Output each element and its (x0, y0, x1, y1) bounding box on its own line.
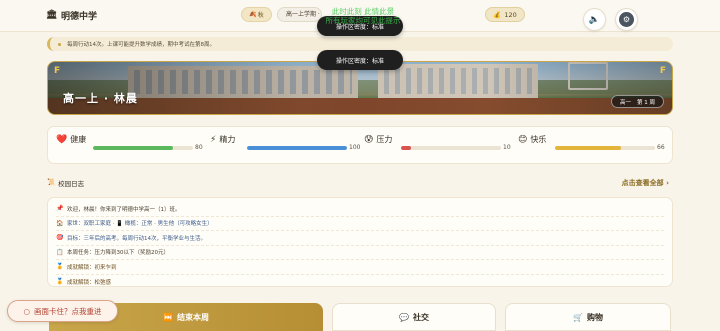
settings-button[interactable]: ⚙ (615, 8, 638, 31)
target-icon: 🎯 (56, 234, 64, 242)
player-name: 高一上 · 林晨 (63, 92, 138, 105)
log-entry: 🎯 目标：三年后的高考。每周行动14次，平衡学业与生活。 (56, 231, 664, 246)
log-title-text: 校园日志 (58, 180, 85, 188)
log-entry-text: 欢迎，林晨！你来到了明德中学高一（1）班。 (67, 206, 181, 213)
social-label: 社交 (412, 312, 429, 322)
coin-badge[interactable]: 💰 120 (485, 7, 525, 22)
stat-label: ❤️ 健康 (56, 134, 90, 146)
chat-bubble-icon: 💬 (399, 312, 409, 322)
stat-label-text: 压力 (376, 135, 393, 144)
stat-bar (401, 146, 501, 150)
stat-bar-fill (247, 146, 347, 150)
gear-icon: ⚙ (619, 12, 634, 27)
retry-label: 画面卡住？点我重进 (34, 306, 102, 316)
weekly-hint: 每周行动14次。上课可能提升数学成绩，期中考试在第8周。 (47, 37, 673, 51)
stat-bar (247, 146, 347, 150)
stat-label-text: 快乐 (530, 135, 547, 144)
season-label: 秋 (257, 12, 264, 19)
stat-label: 😊 快乐 (518, 134, 552, 146)
corner-flag-left-icon: F (54, 66, 61, 76)
stat-bar-fill (555, 146, 621, 150)
log-entry: 🏅 成就解锁：初来乍到 (56, 260, 664, 275)
view-all-link[interactable]: 点击查看全部 › (622, 178, 669, 188)
lightning-icon: ⚡ (210, 135, 217, 145)
log-header: 📜 校园日志 点击查看全部 › (47, 177, 673, 189)
heart-icon: ❤️ (56, 135, 68, 145)
stat-label-text: 健康 (70, 135, 87, 144)
term-label: 高一 (619, 99, 631, 106)
log-card[interactable]: 📌 欢迎，林晨！你来到了明德中学高一（1）班。 🏠 家世：双职工家庭 · 📱 橄… (47, 197, 673, 287)
log-entry: 📋 本周任务：压力降到30以下（奖励20元） (56, 246, 664, 260)
log-title: 📜 校园日志 (47, 178, 84, 188)
end-week-label: 结束本周 (176, 312, 209, 322)
stat-bar-fill (401, 146, 411, 150)
hint-text: 每周行动14次。上课可能提升数学成绩，期中考试在第8周。 (67, 42, 215, 48)
stat-energy: ⚡ 精力 100 (202, 134, 360, 160)
house-icon: 🏠 (56, 219, 64, 227)
smile-face-icon: 😊 (518, 135, 528, 145)
log-entry-text: 目标：三年后的高考。每周行动14次，平衡学业与生活。 (67, 235, 207, 242)
hint-dot-icon (58, 42, 61, 46)
watermark-text: 此时此刻 此情此景 所有玩家均可见此提示 (298, 7, 428, 25)
retry-button[interactable]: ○ 画面卡住？点我重进 (7, 300, 118, 322)
watermark-line: 此时此刻 此情此景 (331, 7, 395, 16)
skip-forward-icon: ⏭️ (163, 312, 173, 322)
shop-button[interactable]: 🛒 购物 (505, 303, 671, 331)
coin-count: 120 (504, 10, 517, 19)
log-entry-text: 家世：双职工家庭 · 📱 橄榄：正常 · 男生他（可攻略女生） (67, 221, 213, 228)
coin-icon: 💰 (493, 10, 502, 19)
stat-bar-fill (93, 146, 173, 150)
density-toast: 操作区密度：标准 (317, 50, 403, 70)
anxious-face-icon: 😰 (364, 135, 374, 145)
scroll-icon: 📜 (47, 178, 56, 186)
log-entry: 🏅 成就解锁：松弛感 (56, 275, 664, 290)
sound-button[interactable]: 🔈 (583, 8, 606, 31)
cart-icon: 🛒 (573, 312, 583, 322)
stat-happiness: 😊 快乐 66 (510, 134, 665, 160)
stat-bar (555, 146, 655, 150)
season-badge[interactable]: 🍂 秋 (241, 7, 272, 22)
stat-bar (93, 146, 193, 150)
shop-label: 购物 (586, 312, 603, 322)
medal-icon: 🏅 (56, 263, 64, 271)
stat-label: ⚡ 精力 (210, 134, 244, 146)
stat-stress: 😰 压力 10 (356, 134, 511, 160)
week-label: 第 1 周 (637, 99, 655, 106)
stat-health: ❤️ 健康 80 (48, 134, 203, 160)
speaker-icon: 🔈 (588, 14, 601, 25)
pin-icon: 📌 (56, 205, 64, 213)
school-title: 🏛 明德中学 (46, 9, 97, 22)
stat-label-text: 精力 (219, 135, 236, 144)
stat-label: 😰 压力 (364, 134, 398, 146)
corner-flag-right-icon: F (659, 66, 666, 76)
school-building-icon: 🏛 (46, 10, 58, 20)
watermark-line: 所有玩家均可见此提示 (325, 16, 401, 25)
refresh-icon: ○ (23, 306, 31, 316)
school-name: 明德中学 (61, 12, 98, 22)
term-week-badge: 高一 第 1 周 (610, 95, 664, 108)
social-button[interactable]: 💬 社交 (332, 303, 496, 331)
leaf-icon: 🍂 (249, 11, 257, 18)
stat-value: 66 (657, 144, 665, 151)
log-entry-text: 本周任务：压力降到30以下（奖励20元） (67, 250, 169, 257)
log-entry-text: 成就解锁：初来乍到 (67, 264, 117, 271)
clipboard-icon: 📋 (56, 248, 64, 256)
medal-icon: 🏅 (56, 278, 64, 286)
log-entry: 📌 欢迎，林晨！你来到了明德中学高一（1）班。 (56, 202, 664, 217)
log-entry-text: 成就解锁：松弛感 (67, 279, 112, 286)
log-entry: 🏠 家世：双职工家庭 · 📱 橄榄：正常 · 男生他（可攻略女生） (56, 217, 664, 231)
stats-card: ❤️ 健康 80 ⚡ 精力 100 😰 压力 10 😊 快乐 66 (47, 126, 673, 164)
